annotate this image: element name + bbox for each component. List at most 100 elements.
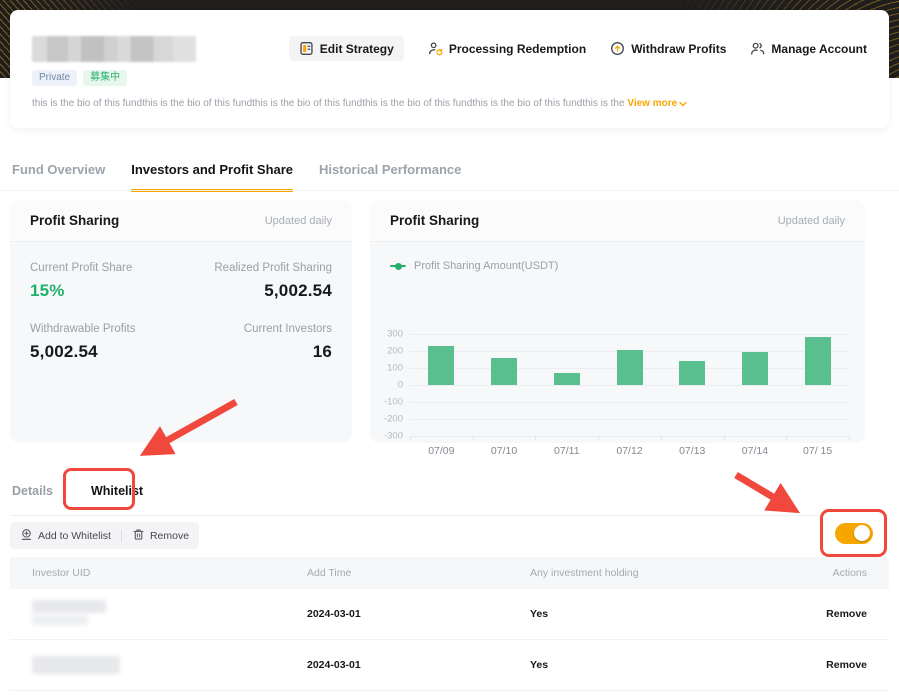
- fund-management-page: Private 募集中 Edit Strategy Processing Red…: [0, 0, 899, 697]
- y-axis-tick: 200: [387, 345, 403, 357]
- edit-strategy-icon: [299, 41, 314, 56]
- col-investor-uid: Investor UID: [32, 567, 91, 579]
- legend-marker-icon: [390, 262, 406, 270]
- withdraw-profits-icon: [610, 41, 625, 56]
- manage-account-icon: [750, 41, 765, 56]
- profit-stats: Current Profit Share 15% Realized Profit…: [10, 242, 352, 382]
- tab-historical-performance[interactable]: Historical Performance: [319, 162, 461, 192]
- stat-withdrawable-profits: Withdrawable Profits 5,002.54: [30, 323, 181, 362]
- bar-07--15: [804, 337, 831, 385]
- add-to-whitelist-label: Add to Whitelist: [38, 529, 111, 542]
- holding-cell: Yes: [530, 608, 549, 620]
- x-axis-tick: 07/12: [616, 445, 643, 457]
- bar-07-09: [428, 345, 455, 385]
- col-add-time: Add Time: [307, 567, 352, 579]
- main-tabs: Fund Overview Investors and Profit Share…: [12, 162, 461, 192]
- remove-button[interactable]: Remove: [132, 528, 189, 544]
- toggle-annotation-box: [820, 509, 887, 557]
- processing-redemption-label: Processing Redemption: [448, 41, 587, 56]
- tab-details[interactable]: Details: [12, 484, 53, 498]
- current-investors-value: 16: [312, 342, 332, 361]
- whitelist-toggle[interactable]: [834, 522, 873, 544]
- fund-bio: this is the bio of this fundthis is the …: [32, 98, 877, 109]
- whitelist-toolbar: Add to Whitelist Remove: [10, 522, 200, 549]
- badge-row: Private 募集中: [32, 70, 128, 86]
- withdraw-profits-button[interactable]: Withdraw Profits: [610, 41, 726, 56]
- edit-strategy-button[interactable]: Edit Strategy: [288, 36, 404, 61]
- bar-plot: 300 200 100 0 -100 -200 -300 07/09 07/10 07/11 07/…: [384, 329, 850, 457]
- x-axis-tick: 07/14: [741, 445, 769, 457]
- whitelist-table-header: Investor UID Add Time Any investment hol…: [10, 557, 889, 589]
- chart-updated-daily-label: Updated daily: [777, 214, 845, 227]
- x-axis-tick: 07/09: [428, 445, 455, 457]
- x-axis-tick: 07/11: [554, 445, 580, 457]
- row-remove-link[interactable]: Remove: [826, 589, 867, 639]
- processing-redemption-icon: [428, 41, 443, 56]
- table-row: 2024-03-01 Yes Remove: [10, 640, 889, 691]
- add-to-whitelist-button[interactable]: Add to Whitelist: [20, 528, 111, 544]
- chevron-down-icon: [679, 101, 687, 107]
- y-axis-tick: -200: [383, 413, 403, 425]
- view-more-link[interactable]: View more: [627, 98, 687, 109]
- bar-07-14: [741, 351, 768, 385]
- bar-07-10: [491, 357, 518, 385]
- fund-header-card: Private 募集中 Edit Strategy Processing Red…: [10, 10, 889, 128]
- add-time-cell: 2024-03-01: [307, 659, 361, 671]
- investor-uid-redacted: [32, 589, 122, 639]
- add-to-whitelist-icon: [20, 528, 33, 544]
- manage-account-label: Manage Account: [771, 41, 867, 56]
- chart-legend: Profit Sharing Amount(USDT): [390, 260, 558, 272]
- trash-icon: [132, 528, 145, 544]
- detail-sub-tabs: Details Whitelist: [12, 484, 143, 498]
- toggle-knob: [854, 525, 870, 541]
- y-axis-tick: -300: [383, 430, 403, 442]
- profit-sharing-summary-panel: Profit Sharing Updated daily Current Pro…: [10, 200, 352, 443]
- remove-button-label: Remove: [149, 529, 190, 542]
- row-remove-link[interactable]: Remove: [826, 640, 867, 690]
- stat-current-investors: Current Investors 16: [181, 323, 332, 362]
- col-actions: Actions: [832, 567, 867, 579]
- recruiting-badge: 募集中: [83, 70, 128, 86]
- toolbar-separator: [120, 529, 122, 542]
- header-actions: Edit Strategy Processing Redemption With…: [288, 36, 867, 61]
- realized-profit-sharing-value: 5,002.54: [264, 281, 332, 300]
- toggle-arrow: [734, 471, 801, 514]
- current-profit-share-value: 15%: [30, 281, 65, 300]
- bar-07-13: [679, 361, 706, 385]
- y-axis-tick: -100: [383, 396, 403, 408]
- updated-daily-label: Updated daily: [264, 214, 332, 227]
- tabs-divider: [0, 190, 899, 191]
- x-axis-tick: 07/10: [490, 445, 518, 457]
- tab-whitelist[interactable]: Whitelist: [91, 484, 143, 498]
- profit-sharing-chart-panel: Profit Sharing Updated daily Profit Shar…: [370, 200, 865, 457]
- manage-account-button[interactable]: Manage Account: [750, 41, 867, 56]
- section-divider: [10, 515, 889, 516]
- col-investment-holding: Any investment holding: [530, 567, 639, 579]
- bar-07-11: [553, 373, 580, 385]
- stat-realized-profit-sharing: Realized Profit Sharing 5,002.54: [181, 262, 332, 301]
- withdraw-profits-label: Withdraw Profits: [631, 41, 727, 56]
- processing-redemption-button[interactable]: Processing Redemption: [428, 41, 586, 56]
- withdrawable-profits-value: 5,002.54: [30, 342, 98, 361]
- add-time-cell: 2024-03-01: [307, 608, 361, 620]
- tab-investors-profit-share[interactable]: Investors and Profit Share: [131, 162, 294, 192]
- bar-07-12: [616, 350, 643, 385]
- stat-current-profit-share: Current Profit Share 15%: [30, 262, 181, 301]
- y-axis-tick: 300: [387, 328, 403, 340]
- fund-name-redacted: [32, 36, 196, 62]
- profit-sharing-chart: Profit Sharing Amount(USDT) 300 200 100 0 -1…: [370, 242, 865, 457]
- legend-label: Profit Sharing Amount(USDT): [414, 260, 559, 272]
- panel-title: Profit Sharing: [30, 213, 120, 228]
- x-axis-tick: 07/ 15: [803, 445, 833, 457]
- table-row: 2024-03-01 Yes Remove: [10, 589, 889, 640]
- investor-uid-redacted: [32, 640, 122, 690]
- holding-cell: Yes: [530, 659, 549, 671]
- x-axis-tick: 07/13: [679, 445, 706, 457]
- y-axis-tick: 100: [387, 362, 403, 374]
- fund-bio-text: this is the bio of this fundthis is the …: [32, 98, 628, 109]
- y-axis-tick: 0: [397, 379, 403, 391]
- tab-fund-overview[interactable]: Fund Overview: [12, 162, 105, 192]
- edit-strategy-label: Edit Strategy: [319, 41, 394, 56]
- private-badge: Private: [32, 70, 78, 86]
- chart-panel-title: Profit Sharing: [390, 213, 480, 228]
